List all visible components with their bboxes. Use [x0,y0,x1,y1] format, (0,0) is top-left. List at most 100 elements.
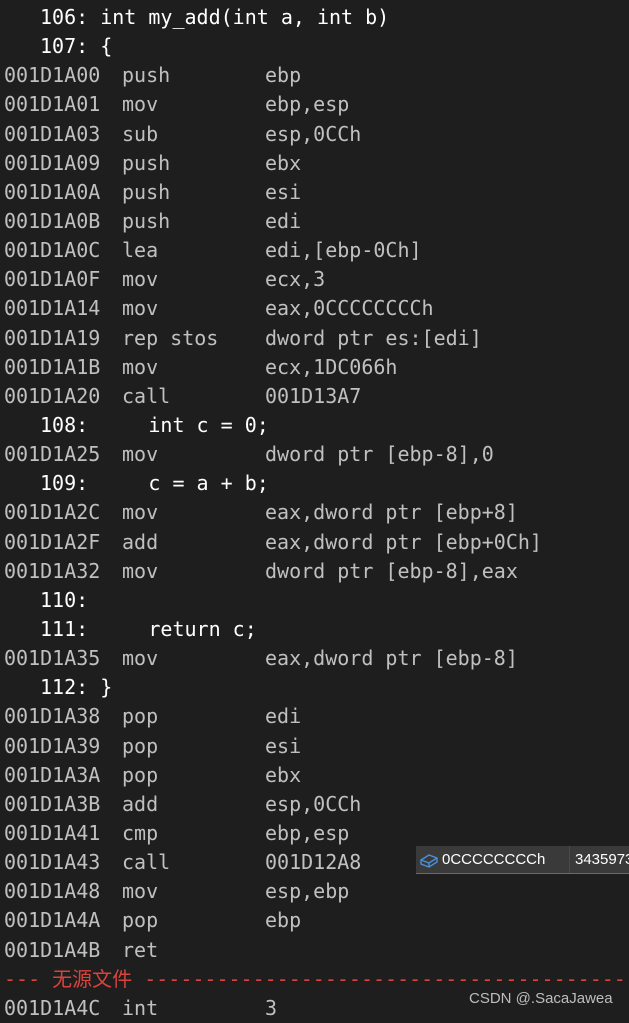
mnemonic: push [122,179,171,204]
address: 001D1A01 [4,92,101,117]
source-text: 107: { [40,34,113,59]
asm-line[interactable]: 001D1A03 sub esp,0CCh [0,120,629,149]
address: 001D1A41 [4,820,101,845]
address: 001D1A48 [4,879,101,904]
operands: ebp,esp [265,92,350,117]
address: 001D1A03 [4,121,101,146]
asm-line[interactable]: 001D1A3A pop ebx [0,761,629,790]
source-line[interactable]: 109: c = a + b; [0,469,629,498]
asm-line[interactable]: 001D1A0C lea edi,[ebp-0Ch] [0,236,629,265]
operands: 001D13A7 [265,383,362,408]
address: 001D1A20 [4,383,101,408]
address: 001D1A4B [4,937,101,962]
source-text: 111: return c; [40,616,257,641]
operands: ecx,3 [265,267,326,292]
mnemonic: mov [122,879,159,904]
address: 001D1A25 [4,442,101,467]
operands: dword ptr [ebp-8],0 [265,442,494,467]
address: 001D1A1B [4,354,101,379]
address: 001D1A3A [4,762,101,787]
asm-line[interactable]: 001D1A3B add esp,0CCh [0,790,629,819]
asm-line[interactable]: 001D1A2C mov eax,dword ptr [ebp+8] [0,498,629,527]
mnemonic: int [122,995,159,1020]
operands: esp,0CCh [265,791,362,816]
operands: eax,dword ptr [ebp+8] [265,500,518,525]
asm-line[interactable]: 001D1A1B mov ecx,1DC066h [0,353,629,382]
mnemonic: mov [122,92,159,117]
asm-line[interactable]: 001D1A09 push ebx [0,149,629,178]
operands: esp,ebp [265,879,350,904]
mnemonic: pop [122,762,159,787]
asm-line[interactable]: 001D1A48 mov esp,ebp [0,877,629,906]
asm-line[interactable]: 001D1A32 mov dword ptr [ebp-8],eax [0,557,629,586]
operands: eax,dword ptr [ebp-8] [265,646,518,671]
address: 001D1A09 [4,150,101,175]
asm-line[interactable]: 001D1A41 cmp ebp,esp [0,819,629,848]
address: 001D1A14 [4,296,101,321]
asm-line[interactable]: 001D1A19 rep stos dword ptr es:[edi] [0,324,629,353]
datatip[interactable]: 0CCCCCCCCh 343597383 [416,846,629,874]
source-line[interactable]: 106: int my_add(int a, int b) [0,3,629,32]
operands: ebp [265,908,302,933]
source-text: 106: int my_add(int a, int b) [40,5,390,29]
mnemonic: rep stos [122,325,219,350]
asm-line[interactable]: 001D1A00 push ebp [0,61,629,90]
mnemonic: pop [122,704,159,729]
asm-line[interactable]: 001D1A0B push edi [0,207,629,236]
mnemonic: mov [122,646,159,671]
value-box-icon [419,851,439,878]
operands: ebp [265,63,302,88]
asm-line[interactable]: 001D1A4B ret [0,936,629,965]
address: 001D1A4A [4,908,101,933]
source-text: 109: c = a + b; [40,471,269,496]
asm-line[interactable]: 001D1A25 mov dword ptr [ebp-8],0 [0,440,629,469]
address: 001D1A38 [4,704,101,729]
datatip-divider [569,846,570,873]
address: 001D1A43 [4,850,101,875]
mnemonic: call [122,383,171,408]
watermark: CSDN @.SacaJawea [469,990,613,1007]
asm-line[interactable]: 001D1A38 pop edi [0,702,629,731]
address: 001D1A19 [4,325,101,350]
operands: esp,0CCh [265,121,362,146]
asm-line[interactable]: 001D1A39 pop esi [0,732,629,761]
address: 001D1A0A [4,179,101,204]
mnemonic: mov [122,354,159,379]
asm-line[interactable]: 001D1A2F add eax,dword ptr [ebp+0Ch] [0,528,629,557]
address: 001D1A39 [4,733,101,758]
asm-line[interactable]: 001D1A4A pop ebp [0,906,629,935]
asm-line[interactable]: 001D1A0F mov ecx,3 [0,265,629,294]
source-line[interactable]: 107: { [0,32,629,61]
source-line[interactable]: 110: [0,586,629,615]
source-line[interactable]: 111: return c; [0,615,629,644]
operands: ebp,esp [265,820,350,845]
mnemonic: add [122,791,159,816]
mnemonic: add [122,529,159,554]
source-text: 110: [40,587,89,612]
mnemonic: cmp [122,820,159,845]
mnemonic: push [122,150,171,175]
operands: 3 [265,995,278,1020]
asm-line[interactable]: 001D1A14 mov eax,0CCCCCCCCh [0,294,629,323]
asm-line[interactable]: 001D1A20 call 001D13A7 [0,382,629,411]
asm-line[interactable]: 001D1A35 mov eax,dword ptr [ebp-8] [0,644,629,673]
mnemonic: mov [122,442,159,467]
address: 001D1A35 [4,646,101,671]
source-line[interactable]: 108: int c = 0; [0,411,629,440]
operands: edi [265,704,302,729]
mnemonic: mov [122,500,159,525]
mnemonic: lea [122,238,159,263]
address: 001D1A0C [4,238,101,263]
address: 001D1A00 [4,63,101,88]
source-text: 112: } [40,675,113,700]
mnemonic: call [122,850,171,875]
asm-line[interactable]: 001D1A01 mov ebp,esp [0,90,629,119]
datatip-decimal-value: 343597383 [575,851,629,868]
asm-line[interactable]: 001D1A0A push esi [0,178,629,207]
mnemonic: pop [122,733,159,758]
source-line[interactable]: 112: } [0,673,629,702]
mnemonic: mov [122,296,159,321]
operands: 001D12A8 [265,850,362,875]
datatip-hex-value: 0CCCCCCCCh [442,851,546,868]
operands: esi [265,733,302,758]
